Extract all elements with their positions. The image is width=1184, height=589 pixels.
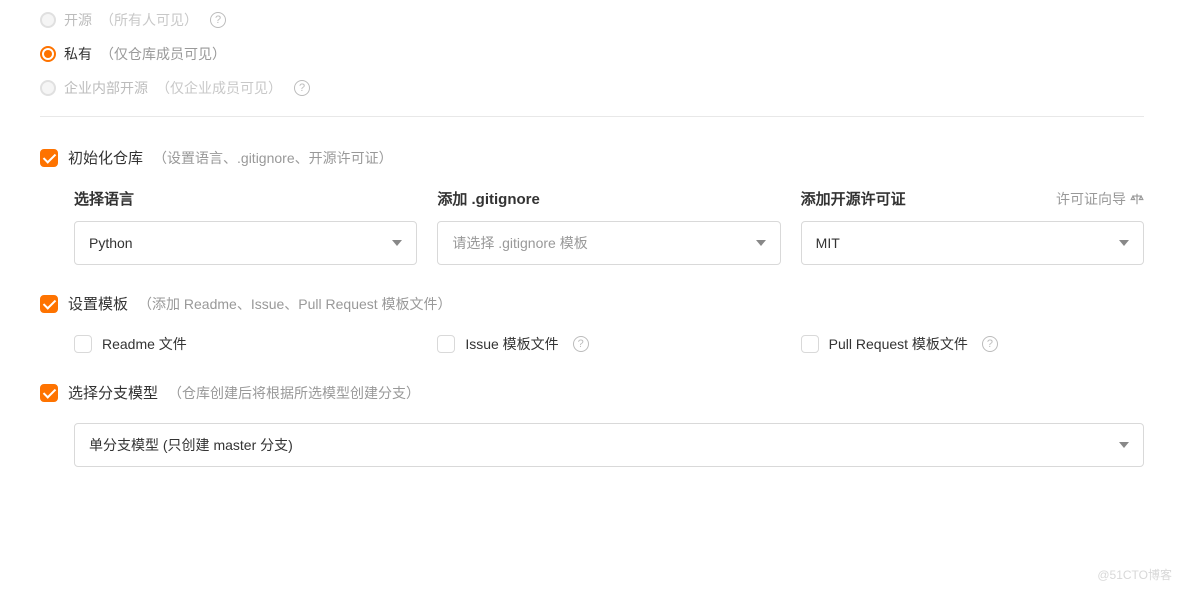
issue-checkbox[interactable] [437,335,455,353]
visibility-enterprise-label: 企业内部开源 [64,78,148,98]
license-value: MIT [816,235,840,251]
language-value: Python [89,235,133,251]
chevron-down-icon [1119,442,1129,448]
init-repo-columns: 选择语言 Python 添加 .gitignore 请选择 .gitignore… [40,188,1144,265]
readme-checkbox[interactable] [74,335,92,353]
language-column: 选择语言 Python [74,188,417,265]
template-options: Readme 文件 Issue 模板文件 ? Pull Request 模板文件… [40,334,1144,354]
help-icon[interactable]: ? [982,336,998,352]
help-icon[interactable]: ? [573,336,589,352]
visibility-open-note: （所有人可见） [100,10,198,30]
visibility-enterprise-radio [40,80,56,96]
visibility-private-label: 私有 [64,44,92,64]
license-label: 添加开源许可证 [801,188,906,209]
language-label: 选择语言 [74,188,134,209]
gitignore-label: 添加 .gitignore [437,188,540,209]
branch-select[interactable]: 单分支模型 (只创建 master 分支) [74,423,1144,467]
template-head[interactable]: 设置模板 （添加 Readme、Issue、Pull Request 模板文件） [40,293,1144,314]
template-checkbox[interactable] [40,295,58,313]
issue-option[interactable]: Issue 模板文件 ? [437,334,780,354]
gitignore-column: 添加 .gitignore 请选择 .gitignore 模板 [437,188,780,265]
visibility-private-row[interactable]: 私有 （仅仓库成员可见） [40,44,1144,64]
branch-title: 选择分支模型 [68,382,158,403]
init-repo-section: 初始化仓库 （设置语言、.gitignore、开源许可证） 选择语言 Pytho… [40,147,1144,265]
visibility-private-radio[interactable] [40,46,56,62]
license-column: 添加开源许可证 许可证向导 MIT [801,188,1144,265]
branch-head[interactable]: 选择分支模型 （仓库创建后将根据所选模型创建分支） [40,382,1144,403]
help-icon[interactable]: ? [210,12,226,28]
visibility-open-radio [40,12,56,28]
issue-label: Issue 模板文件 [465,334,558,354]
readme-option[interactable]: Readme 文件 [74,334,417,354]
visibility-open-label: 开源 [64,10,92,30]
gitignore-placeholder: 请选择 .gitignore 模板 [452,233,587,253]
scale-icon [1130,192,1144,206]
readme-label: Readme 文件 [102,334,187,354]
visibility-open-row: 开源 （所有人可见） ? [40,10,1144,30]
divider [40,116,1144,117]
pr-label: Pull Request 模板文件 [829,334,968,354]
template-title: 设置模板 [68,293,128,314]
template-note: （添加 Readme、Issue、Pull Request 模板文件） [138,294,452,314]
gitignore-select[interactable]: 请选择 .gitignore 模板 [437,221,780,265]
init-repo-checkbox[interactable] [40,149,58,167]
init-repo-note: （设置语言、.gitignore、开源许可证） [153,148,393,168]
visibility-enterprise-row: 企业内部开源 （仅企业成员可见） ? [40,78,1144,98]
branch-value: 单分支模型 (只创建 master 分支) [89,435,293,455]
visibility-private-note: （仅仓库成员可见） [100,44,226,64]
branch-checkbox[interactable] [40,384,58,402]
init-repo-head[interactable]: 初始化仓库 （设置语言、.gitignore、开源许可证） [40,147,1144,168]
visibility-enterprise-note: （仅企业成员可见） [156,78,282,98]
pr-option[interactable]: Pull Request 模板文件 ? [801,334,1144,354]
pr-checkbox[interactable] [801,335,819,353]
help-icon[interactable]: ? [294,80,310,96]
chevron-down-icon [756,240,766,246]
branch-note: （仓库创建后将根据所选模型创建分支） [168,383,420,403]
init-repo-title: 初始化仓库 [68,147,143,168]
template-section: 设置模板 （添加 Readme、Issue、Pull Request 模板文件）… [40,293,1144,354]
language-select[interactable]: Python [74,221,417,265]
watermark: @51CTO博客 [1097,566,1172,583]
license-select[interactable]: MIT [801,221,1144,265]
branch-section: 选择分支模型 （仓库创建后将根据所选模型创建分支） 单分支模型 (只创建 mas… [40,382,1144,467]
chevron-down-icon [1119,240,1129,246]
license-guide-link[interactable]: 许可证向导 [1056,189,1144,209]
chevron-down-icon [392,240,402,246]
branch-select-wrap: 单分支模型 (只创建 master 分支) [40,423,1144,467]
